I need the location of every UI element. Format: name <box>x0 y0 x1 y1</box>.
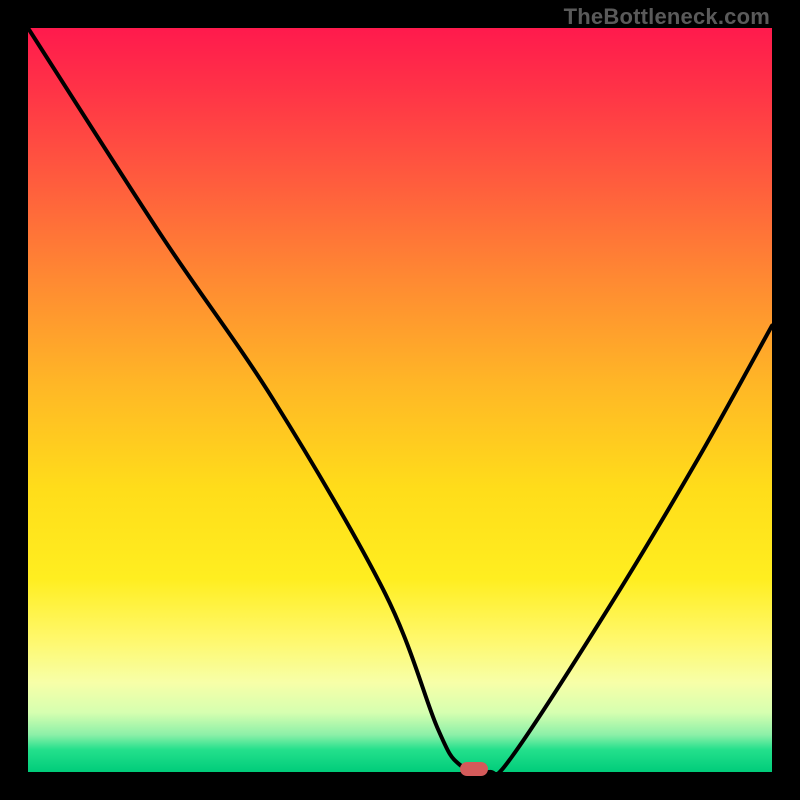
bottleneck-curve <box>28 28 772 772</box>
plot-area <box>28 28 772 772</box>
optimal-marker <box>460 762 488 776</box>
watermark-text: TheBottleneck.com <box>564 4 770 30</box>
chart-frame: TheBottleneck.com <box>0 0 800 800</box>
